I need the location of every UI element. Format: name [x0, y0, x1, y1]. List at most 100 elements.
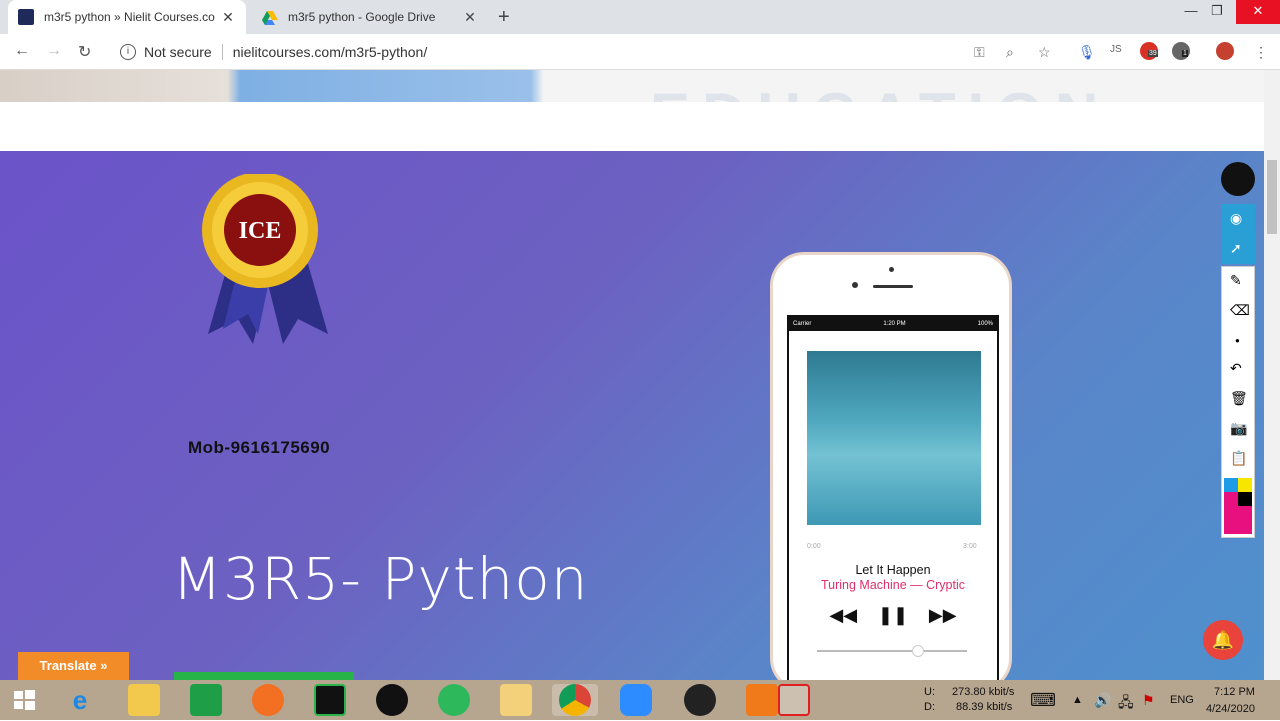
internet-explorer-icon[interactable]: e [64, 684, 96, 716]
divider [221, 44, 223, 60]
phone-screen: Carrier 1:20 PM 100% 0:00 3:00 Let It Ha… [787, 315, 999, 695]
chrome-icon[interactable] [559, 684, 591, 716]
player-controls: ◀◀ ❚❚ ▶▶ [789, 605, 997, 626]
green-button-edge[interactable] [174, 672, 354, 680]
reload-button[interactable]: ↻ [78, 42, 91, 62]
url-text[interactable]: nielitcourses.com/m3r5-python/ [233, 44, 428, 60]
net-up-speed: 273.80 kbit/s [952, 686, 1015, 698]
phone-speaker [873, 285, 913, 288]
time-end: 3:00 [963, 543, 977, 550]
phone-mockup: Carrier 1:20 PM 100% 0:00 3:00 Let It Ha… [770, 252, 1012, 695]
rewind-icon[interactable]: ◀◀ [829, 605, 857, 626]
extension-badge: 39 [1148, 50, 1158, 57]
action-center-icon[interactable]: ⚑ [1142, 692, 1155, 709]
bookmark-star-icon[interactable]: ☆ [1038, 44, 1051, 61]
marker-icon[interactable]: ✎ [1230, 272, 1242, 289]
microphone-icon[interactable]: 🎙 [1078, 44, 1096, 61]
ice-badge-logo: ICE [202, 174, 328, 344]
tab-title: m3r5 python » Nielit Courses.co [44, 10, 215, 24]
eraser-icon[interactable]: ⌫ [1230, 302, 1250, 319]
address-bar[interactable]: i Not secure nielitcourses.com/m3r5-pyth… [110, 38, 1070, 66]
back-button[interactable]: ← [14, 42, 30, 60]
extension-gray-icon[interactable]: 1 [1172, 42, 1190, 60]
red-cursor-app-icon[interactable] [778, 684, 810, 716]
info-icon[interactable]: i [120, 44, 136, 60]
camera-icon[interactable]: 📷 [1230, 420, 1247, 437]
menu-kebab-icon[interactable]: ⋮ [1254, 44, 1268, 61]
forward-button[interactable]: → [46, 42, 62, 60]
song-title: Let It Happen [855, 563, 931, 577]
keyboard-icon[interactable]: ⌨ [1030, 690, 1056, 711]
scrollbar-thumb[interactable] [1267, 160, 1277, 234]
extension-badge: 1 [1182, 50, 1188, 57]
battery-label: 100% [977, 321, 993, 327]
excel-icon[interactable] [190, 684, 222, 716]
cursor-icon[interactable]: ➚ [1230, 240, 1242, 257]
tab-title: m3r5 python - Google Drive [288, 10, 436, 24]
zoom-icon[interactable]: ⌕ [1006, 44, 1014, 61]
new-tab-button[interactable]: + [498, 6, 510, 29]
security-label: Not secure [144, 44, 212, 60]
album-art [807, 351, 981, 525]
eye-icon[interactable]: ◉ [1230, 210, 1242, 227]
clipboard-icon[interactable]: 📋 [1230, 450, 1247, 467]
volume-icon[interactable]: 🔊 [1094, 692, 1111, 709]
clock-date[interactable]: 4/24/2020 [1206, 703, 1255, 715]
file-explorer-icon[interactable] [128, 684, 160, 716]
start-windows-icon[interactable] [8, 684, 40, 716]
pause-icon[interactable]: ❚❚ [878, 605, 908, 626]
color-cyan[interactable] [1224, 478, 1238, 492]
notification-bell-icon[interactable]: 🔔 [1203, 620, 1243, 660]
language-indicator[interactable]: ENG [1170, 694, 1194, 706]
top-banner-image: EDUCATION [0, 70, 1264, 148]
green-app-icon[interactable] [438, 684, 470, 716]
phone-sensor [889, 267, 894, 272]
song-artist: Turing Machine — Cryptic [820, 578, 966, 592]
phone-status-bar: Carrier 1:20 PM 100% [789, 317, 997, 331]
folder-app-icon[interactable] [500, 684, 532, 716]
clock-time[interactable]: 7:12 PM [1214, 686, 1255, 698]
profile-avatar[interactable] [1216, 42, 1234, 60]
chrome-taskbar-slot[interactable] [552, 684, 598, 716]
pen-app-icon[interactable] [376, 684, 408, 716]
close-tab-icon[interactable]: ✕ [462, 9, 478, 26]
js-extension-icon[interactable]: JS [1110, 44, 1122, 55]
firefox-icon[interactable] [252, 684, 284, 716]
color-black[interactable] [1238, 492, 1252, 506]
network-icon[interactable]: 🖧 [1118, 692, 1134, 716]
pen-logo-icon[interactable] [1221, 162, 1255, 196]
color-yellow[interactable] [1238, 478, 1252, 492]
net-down-label: D: [924, 701, 935, 713]
time-start: 0:00 [807, 543, 821, 550]
current-color-swatch[interactable] [1224, 506, 1252, 534]
obs-icon[interactable] [684, 684, 716, 716]
page-heading: M3R5- Python [172, 545, 589, 613]
net-down-speed: 88.39 kbit/s [956, 701, 1013, 713]
badge-text: ICE [239, 218, 282, 244]
phone-camera [852, 282, 858, 288]
pdf-app-icon[interactable] [746, 684, 778, 716]
net-up-label: U: [924, 686, 935, 698]
maximize-button[interactable]: ❐ [1200, 0, 1234, 24]
drive-favicon [262, 9, 278, 25]
fast-forward-icon[interactable]: ▶▶ [929, 605, 957, 626]
tab-google-drive[interactable]: m3r5 python - Google Drive ✕ [252, 0, 488, 34]
tab-nielit[interactable]: m3r5 python » Nielit Courses.co ✕ [8, 0, 246, 34]
color-magenta[interactable] [1224, 492, 1238, 506]
trash-icon[interactable]: 🗑 [1230, 390, 1248, 407]
header-band [0, 102, 1264, 152]
translate-button[interactable]: Translate » [18, 652, 129, 680]
close-tab-icon[interactable]: ✕ [220, 9, 236, 26]
zoom-app-icon[interactable] [620, 684, 652, 716]
site-favicon [18, 9, 34, 25]
tray-expand-icon[interactable]: ▲ [1072, 694, 1083, 706]
close-window-button[interactable]: ✕ [1236, 0, 1280, 24]
monitor-app-icon[interactable] [314, 684, 346, 716]
key-icon[interactable]: ⚿ [974, 44, 985, 61]
extension-red-icon[interactable]: 39 [1140, 42, 1158, 60]
undo-icon[interactable]: ↶ [1230, 360, 1242, 377]
volume-slider[interactable] [817, 645, 967, 657]
tab-strip: m3r5 python » Nielit Courses.co ✕ m3r5 p… [0, 0, 1280, 34]
volume-knob[interactable] [912, 645, 924, 657]
dot-size-icon[interactable]: ● [1235, 336, 1240, 345]
